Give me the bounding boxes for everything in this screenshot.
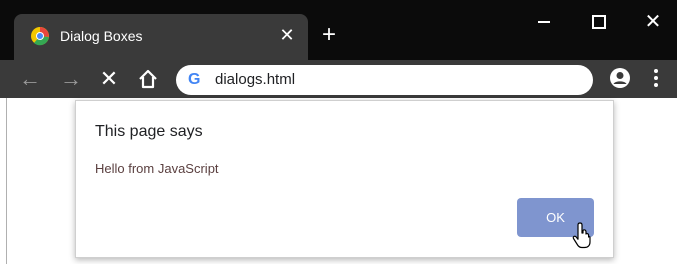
tab-dialog-boxes[interactable]: Dialog Boxes ✕	[14, 14, 308, 60]
alert-dialog: This page says Hello from JavaScript OK	[75, 100, 614, 258]
tab-title: Dialog Boxes	[60, 28, 143, 44]
window-close-icon: ✕	[644, 11, 662, 33]
profile-avatar-icon	[610, 68, 630, 88]
home-icon	[139, 69, 157, 89]
tab-close-icon[interactable]: ✕	[277, 25, 297, 45]
home-button[interactable]	[135, 66, 161, 92]
mouse-pointer-icon	[572, 222, 591, 249]
stop-icon: ✕	[99, 66, 119, 91]
chrome-favicon-icon	[30, 26, 50, 46]
forward-button[interactable]: →	[58, 66, 84, 92]
back-button[interactable]: ←	[17, 66, 43, 92]
page-edge-divider	[6, 98, 7, 264]
minimize-icon	[538, 21, 550, 23]
window-close-button[interactable]: ✕	[632, 8, 674, 36]
maximize-button[interactable]	[578, 8, 620, 36]
profile-button[interactable]	[608, 66, 632, 90]
minimize-button[interactable]	[523, 8, 565, 36]
forward-arrow-icon: →	[60, 66, 82, 91]
dialog-title: This page says	[95, 123, 203, 140]
tab-strip: Dialog Boxes ✕ + ✕	[0, 0, 677, 60]
maximize-icon	[592, 15, 606, 29]
stop-loading-button[interactable]: ✕	[96, 66, 122, 92]
browser-menu-button[interactable]	[648, 66, 664, 90]
address-bar[interactable]: G dialogs.html	[176, 65, 593, 95]
menu-dot-icon	[654, 76, 658, 80]
menu-dot-icon	[654, 69, 658, 73]
url-text: dialogs.html	[215, 71, 296, 88]
new-tab-button[interactable]: +	[317, 23, 341, 47]
back-arrow-icon: ←	[19, 66, 41, 91]
dialog-message: Hello from JavaScript	[95, 161, 219, 176]
menu-dot-icon	[654, 83, 658, 87]
google-g-icon: G	[188, 71, 201, 88]
